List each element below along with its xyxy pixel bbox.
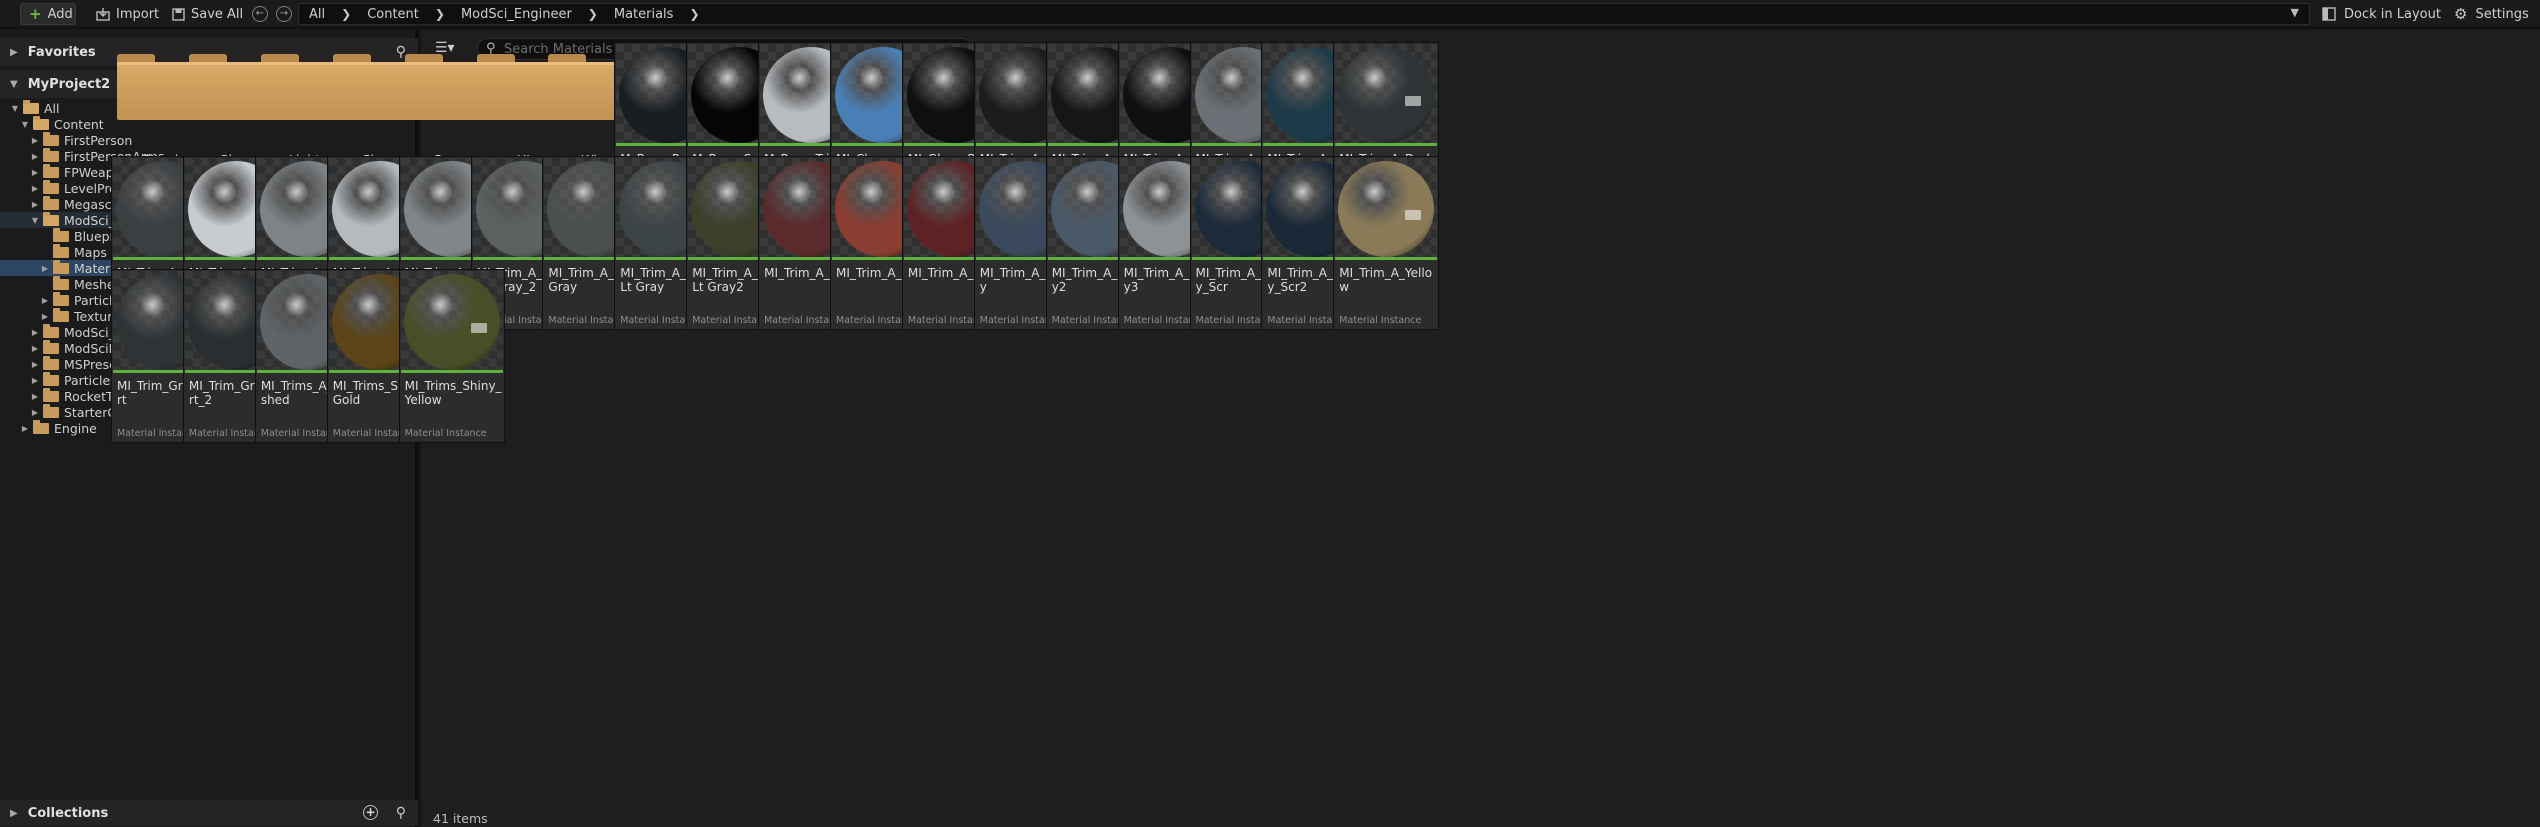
asset-tile[interactable]: MI_Trims_Shiny_Yellow Material Instance <box>398 269 505 443</box>
breadcrumb-all[interactable]: All <box>309 7 325 22</box>
add-label: Add <box>47 6 73 22</box>
expand-arrow-icon[interactable]: ▶ <box>30 184 40 193</box>
gear-icon: ⚙ <box>2454 5 2468 23</box>
folder-icon <box>43 131 59 146</box>
asset-tile[interactable]: MI_Trim_A_Yellow Material Instance <box>1333 156 1440 330</box>
breadcrumb-modsci-engineer[interactable]: ModSci_Engineer <box>461 7 572 22</box>
expand-arrow-icon[interactable]: ▶ <box>40 264 50 273</box>
breadcrumb-materials[interactable]: Materials <box>614 7 674 22</box>
chevron-right-icon[interactable]: ❯ <box>588 7 598 21</box>
folder-icon <box>53 259 69 274</box>
folder-icon <box>53 243 69 258</box>
folder-icon <box>53 275 69 290</box>
folder-icon <box>43 211 59 226</box>
tree-item-label: Content <box>54 116 104 132</box>
folder-icon <box>53 307 69 322</box>
decal-icon <box>1405 96 1422 106</box>
decal-icon <box>470 323 487 333</box>
favorites-label: Favorites <box>27 44 96 60</box>
expand-arrow-icon[interactable]: ▶ <box>30 328 40 337</box>
plus-icon: + <box>29 5 42 23</box>
collapse-arrow-icon[interactable]: ▼ <box>20 120 30 129</box>
expand-arrow-icon[interactable]: ▶ <box>30 136 40 145</box>
chevron-right-icon[interactable]: ❯ <box>341 7 351 21</box>
folder-icon <box>43 179 59 194</box>
breadcrumb: All ❯ Content ❯ ModSci_Engineer ❯ Materi… <box>298 3 2310 25</box>
decal-icon <box>1405 210 1422 220</box>
asset-thumbnail <box>1335 158 1438 260</box>
folder-icon <box>33 419 49 434</box>
collections-label: Collections <box>27 805 109 821</box>
folder-icon <box>53 291 69 306</box>
import-button[interactable]: Import <box>88 3 167 25</box>
expand-arrow-icon[interactable]: ▶ <box>30 152 40 161</box>
folder-icon <box>43 371 59 386</box>
asset-thumbnail <box>1335 44 1438 146</box>
collapse-arrow-icon[interactable]: ▼ <box>10 79 18 90</box>
expand-arrow-icon[interactable]: ▶ <box>20 424 30 433</box>
add-collection-icon[interactable]: + <box>363 805 378 820</box>
tree-item-label: All <box>44 100 60 116</box>
save-icon <box>172 7 185 21</box>
collapse-arrow-icon[interactable]: ▼ <box>10 104 20 113</box>
material-sphere-icon <box>1338 47 1435 143</box>
folder-icon <box>43 147 59 162</box>
asset-name: MI_Trim_A_Yellow <box>1339 266 1433 294</box>
save-all-button[interactable]: Save All <box>164 3 251 25</box>
asset-view: ☰▾ ⚲ Search Materials ▼ DecalsGlassLight… <box>111 30 2540 827</box>
settings-button[interactable]: ⚙ Settings <box>2454 3 2529 25</box>
expand-arrow-icon[interactable]: ▶ <box>40 296 50 305</box>
dock-in-layout-button[interactable]: Dock in Layout <box>2322 3 2441 25</box>
expand-arrow-icon[interactable]: ▶ <box>30 168 40 177</box>
folder-icon <box>43 195 59 210</box>
expand-arrow-icon[interactable]: ▶ <box>40 312 50 321</box>
material-sphere-icon <box>403 274 500 370</box>
project-label: MyProject2 <box>27 76 111 92</box>
tree-item-label: Maps <box>74 244 107 260</box>
expand-arrow-icon[interactable]: ▶ <box>10 808 18 819</box>
expand-arrow-icon[interactable]: ▶ <box>30 376 40 385</box>
dock-label: Dock in Layout <box>2344 6 2441 22</box>
add-button[interactable]: + Add <box>20 3 76 25</box>
expand-arrow-icon[interactable]: ▶ <box>30 200 40 209</box>
top-toolbar: + Add Import Save All ← → All ❯ Content … <box>0 0 2540 28</box>
expand-arrow-icon[interactable]: ▶ <box>10 47 18 58</box>
material-sphere-icon <box>1338 161 1435 257</box>
search-icon[interactable]: ⚲ <box>396 805 406 821</box>
chevron-right-icon[interactable]: ❯ <box>689 7 699 21</box>
expand-arrow-icon[interactable]: ▶ <box>30 344 40 353</box>
folder-icon <box>43 323 59 338</box>
folder-icon <box>43 355 59 370</box>
item-count: 41 items <box>433 811 488 826</box>
settings-label: Settings <box>2475 6 2529 22</box>
folder-icon <box>33 115 49 130</box>
expand-arrow-icon[interactable]: ▶ <box>30 360 40 369</box>
chevron-right-icon[interactable]: ❯ <box>435 7 445 21</box>
forward-arrow-icon[interactable]: → <box>276 6 292 22</box>
expand-arrow-icon[interactable]: ▶ <box>30 392 40 401</box>
folder-icon <box>43 387 59 402</box>
expand-arrow-icon[interactable]: ▶ <box>30 408 40 417</box>
dock-icon <box>2322 7 2336 21</box>
tree-item-label: Engine <box>54 420 97 436</box>
import-label: Import <box>116 6 160 22</box>
asset-type: Material Instance <box>404 428 487 439</box>
asset-name: MI_Trims_Shiny_Yellow <box>404 379 502 407</box>
asset-thumbnail <box>400 271 503 373</box>
asset-type: Material Instance <box>1339 315 1422 326</box>
folder-icon <box>43 163 59 178</box>
folder-icon <box>23 99 39 114</box>
folder-icon <box>43 339 59 354</box>
back-arrow-icon[interactable]: ← <box>252 6 268 22</box>
breadcrumb-content[interactable]: Content <box>367 7 419 22</box>
folder-icon <box>43 403 59 418</box>
collections-header[interactable]: ▶ Collections + ⚲ <box>0 800 418 826</box>
save-all-label: Save All <box>191 6 244 22</box>
collapse-arrow-icon[interactable]: ▼ <box>30 216 40 225</box>
import-icon <box>96 8 110 21</box>
folder-icon <box>53 227 69 242</box>
chevron-down-icon[interactable]: ▼ <box>2291 6 2299 19</box>
